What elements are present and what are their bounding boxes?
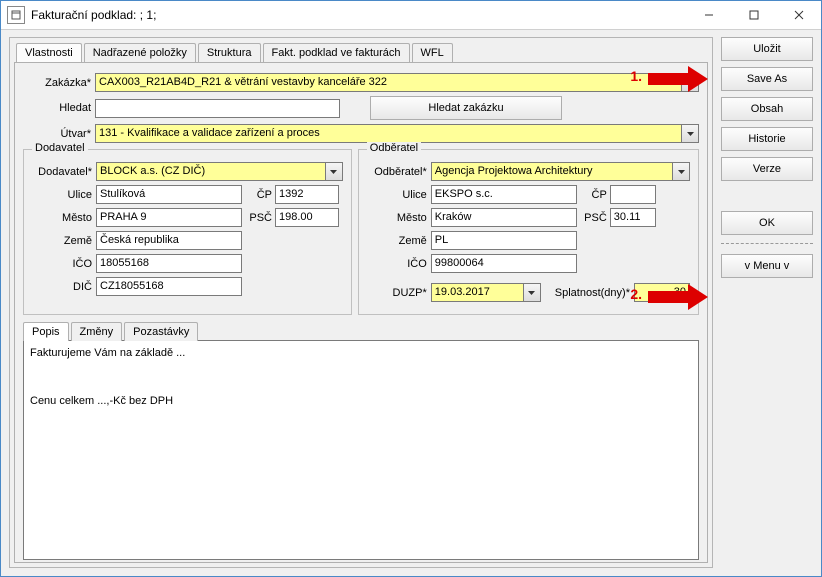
window-buttons <box>686 1 821 29</box>
popis-memo[interactable]: Fakturujeme Vám na základě ... Cenu celk… <box>23 340 699 560</box>
splatnost-label: Splatnost(dny)* <box>555 287 634 299</box>
dodavatel-field[interactable]: BLOCK a.s. (CZ DIČ) <box>96 162 326 181</box>
odb-psc-label: PSČ <box>577 212 610 224</box>
odberatel-dropdown[interactable] <box>673 162 690 181</box>
odb-ulice-label: Ulice <box>367 189 431 201</box>
odb-cp-label: ČP <box>577 189 610 201</box>
odb-zeme-label: Země <box>367 235 431 247</box>
tab-strip: Vlastnosti Nadřazené položky Struktura F… <box>10 38 712 61</box>
dod-cp-field[interactable]: 1392 <box>275 185 339 204</box>
tab-struktura[interactable]: Struktura <box>198 43 261 62</box>
utvar-label: Útvar* <box>23 128 95 140</box>
duzp-dropdown[interactable] <box>524 283 541 302</box>
odberatel-label: Odběratel* <box>367 166 431 178</box>
odb-mesto-field[interactable]: Kraków <box>431 208 577 227</box>
tab-fakt-podklad[interactable]: Fakt. podklad ve fakturách <box>263 43 410 62</box>
tab-wfl[interactable]: WFL <box>412 43 453 62</box>
minimize-button[interactable] <box>686 1 731 29</box>
dod-ico-field[interactable]: 18055168 <box>96 254 242 273</box>
dod-ulice-field[interactable]: Stulíková <box>96 185 242 204</box>
dod-ulice-label: Ulice <box>32 189 96 201</box>
odb-ico-label: IČO <box>367 258 431 270</box>
utvar-field[interactable]: 131 - Kvalifikace a validace zařízení a … <box>95 124 682 143</box>
dod-zeme-field[interactable]: Česká republika <box>96 231 242 250</box>
dod-mesto-field[interactable]: PRAHA 9 <box>96 208 242 227</box>
dod-psc-field[interactable]: 198.00 <box>275 208 339 227</box>
hledat-field[interactable] <box>95 99 340 118</box>
dod-ico-label: IČO <box>32 258 96 270</box>
app-icon <box>7 6 25 24</box>
dodavatel-group: Dodavatel Dodavatel* BLOCK a.s. (CZ DIČ)… <box>23 149 352 315</box>
dodavatel-label: Dodavatel* <box>32 166 96 178</box>
dod-psc-label: PSČ <box>242 212 275 224</box>
inner-tab-popis[interactable]: Popis <box>23 322 69 341</box>
odberatel-field[interactable]: Agencja Projektowa Architektury <box>431 162 673 181</box>
odb-zeme-field[interactable]: PL <box>431 231 577 250</box>
utvar-dropdown[interactable] <box>682 124 699 143</box>
maximize-button[interactable] <box>731 1 776 29</box>
side-panel: Uložit Save As Obsah Historie Verze OK v… <box>721 37 813 568</box>
ok-button[interactable]: OK <box>721 211 813 235</box>
inner-tab-zmeny[interactable]: Změny <box>71 322 123 341</box>
app-window: Fakturační podklad: ; 1; Vlastnosti Nadř… <box>0 0 822 577</box>
odberatel-group: Odběratel Odběratel* Agencja Projektowa … <box>358 149 699 315</box>
tab-nadrazene[interactable]: Nadřazené položky <box>84 43 196 62</box>
zakazka-label: Zakázka* <box>23 77 95 89</box>
dod-mesto-label: Město <box>32 212 96 224</box>
dodavatel-legend: Dodavatel <box>32 142 88 154</box>
odb-mesto-label: Město <box>367 212 431 224</box>
close-button[interactable] <box>776 1 821 29</box>
odb-ico-field[interactable]: 99800064 <box>431 254 577 273</box>
content-area: Vlastnosti Nadřazené položky Struktura F… <box>1 29 821 576</box>
titlebar: Fakturační podklad: ; 1; <box>1 1 821 30</box>
dodavatel-dropdown[interactable] <box>326 162 343 181</box>
dod-zeme-label: Země <box>32 235 96 247</box>
odberatel-legend: Odběratel <box>367 142 421 154</box>
odb-ulice-field[interactable]: EKSPO s.c. <box>431 185 577 204</box>
odb-cp-field[interactable] <box>610 185 656 204</box>
duzp-field[interactable]: 19.03.2017 <box>431 283 524 302</box>
inner-tab-strip: Popis Změny Pozastávky <box>23 321 699 340</box>
obsah-button[interactable]: Obsah <box>721 97 813 121</box>
dod-dic-field[interactable]: CZ18055168 <box>96 277 242 296</box>
save-as-button[interactable]: Save As <box>721 67 813 91</box>
window-title: Fakturační podklad: ; 1; <box>31 8 686 22</box>
odb-psc-field[interactable]: 30.11 <box>610 208 656 227</box>
hledat-zakazku-button[interactable]: Hledat zakázku <box>370 96 562 120</box>
splatnost-field[interactable]: 30 <box>634 283 690 302</box>
main-panel: Vlastnosti Nadřazené položky Struktura F… <box>9 37 713 568</box>
inner-tab-pozastavky[interactable]: Pozastávky <box>124 322 198 341</box>
historie-button[interactable]: Historie <box>721 127 813 151</box>
ulozit-button[interactable]: Uložit <box>721 37 813 61</box>
zakazka-dropdown[interactable] <box>682 73 699 92</box>
menu-button[interactable]: v Menu v <box>721 254 813 278</box>
dod-dic-label: DIČ <box>32 281 96 293</box>
tab-vlastnosti[interactable]: Vlastnosti <box>16 43 82 62</box>
verze-button[interactable]: Verze <box>721 157 813 181</box>
duzp-label: DUZP* <box>367 287 431 299</box>
separator <box>721 243 813 244</box>
tab-body: Zakázka* CAX003_R21AB4D_R21 & větrání ve… <box>14 62 708 563</box>
hledat-label: Hledat <box>23 102 95 114</box>
zakazka-field[interactable]: CAX003_R21AB4D_R21 & větrání vestavby ka… <box>95 73 682 92</box>
dod-cp-label: ČP <box>242 189 275 201</box>
